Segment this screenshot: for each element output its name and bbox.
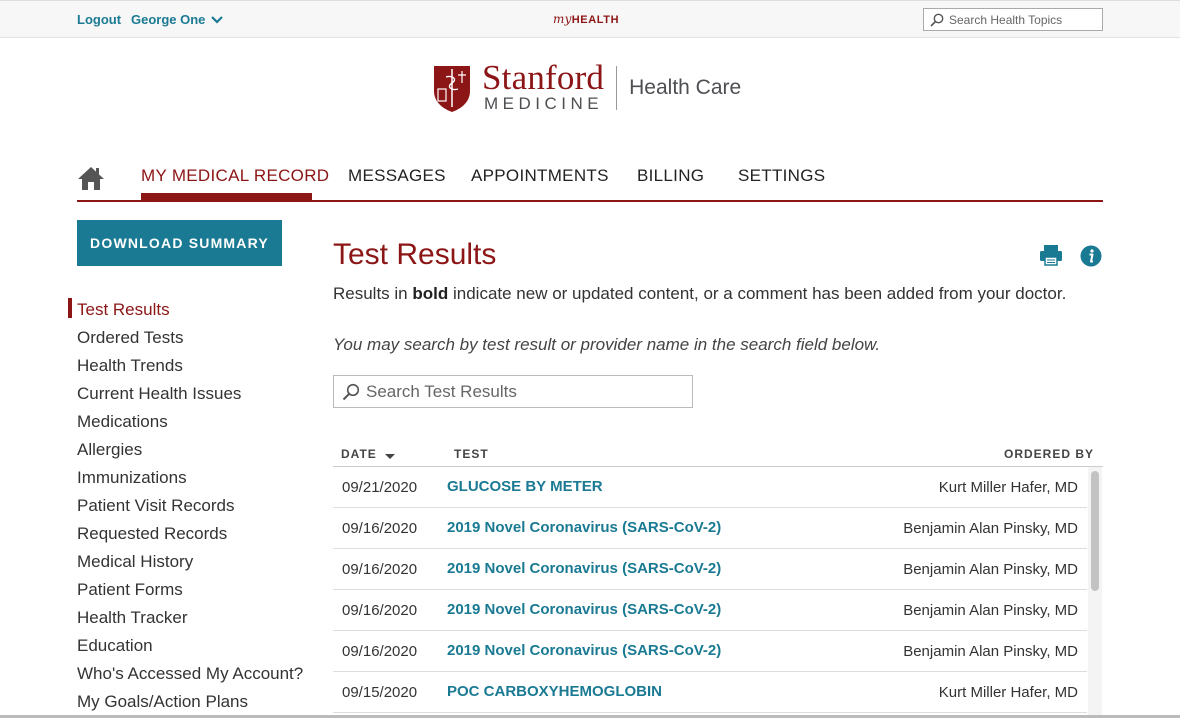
home-icon[interactable] (77, 164, 105, 192)
user-name: George One (131, 12, 206, 27)
row-date: 09/16/2020 (342, 602, 418, 619)
column-header-date[interactable]: DATE (341, 447, 377, 461)
table-row: 09/16/2020 2019 Novel Coronavirus (SARS-… (333, 631, 1087, 672)
sidebar-item-requested-records[interactable]: Requested Records (77, 520, 327, 548)
results-table-body: 09/21/2020 GLUCOSE BY METER Kurt Miller … (333, 467, 1087, 713)
sort-descending-icon[interactable] (385, 454, 395, 459)
nav-billing[interactable]: BILLING (637, 166, 704, 186)
table-row: 09/21/2020 GLUCOSE BY METER Kurt Miller … (333, 467, 1087, 508)
row-test-link[interactable]: 2019 Novel Coronavirus (SARS-CoV-2) (447, 560, 721, 577)
sidebar-item-medications[interactable]: Medications (77, 408, 327, 436)
sidebar-item-education[interactable]: Education (77, 632, 327, 660)
intro-bold-word: bold (412, 284, 449, 303)
test-results-search-input[interactable] (366, 381, 686, 402)
row-test-link[interactable]: POC CARBOXYHEMOGLOBIN (447, 683, 662, 700)
stanford-health-care-logo[interactable]: Stanford MEDICINE Health Care (432, 58, 742, 114)
search-hint: You may search by test result or provide… (333, 335, 881, 354)
intro-text-end: indicate new or updated content, or a co… (448, 284, 1067, 303)
logo-divider (616, 66, 618, 110)
row-ordered-by: Benjamin Alan Pinsky, MD (903, 643, 1078, 660)
logo-health-care: Health Care (629, 76, 742, 99)
column-header-test: TEST (454, 447, 489, 461)
sidebar-item-patient-visit-records[interactable]: Patient Visit Records (77, 492, 327, 520)
table-row: 09/16/2020 2019 Novel Coronavirus (SARS-… (333, 508, 1087, 549)
row-date: 09/16/2020 (342, 643, 418, 660)
test-results-search[interactable] (333, 375, 693, 408)
page-title: Test Results (333, 238, 497, 271)
intro-text-start: Results in (333, 284, 413, 303)
sidebar-item-whos-accessed[interactable]: Who's Accessed My Account? (77, 660, 327, 688)
health-topics-search-placeholder: Search Health Topics (949, 12, 1063, 27)
row-test-link[interactable]: GLUCOSE BY METER (447, 478, 603, 495)
sidebar-item-current-health-issues[interactable]: Current Health Issues (77, 380, 327, 408)
results-table-header: DATE TEST ORDERED BY (333, 442, 1103, 467)
sidebar-item-allergies[interactable]: Allergies (77, 436, 327, 464)
row-ordered-by: Benjamin Alan Pinsky, MD (903, 561, 1078, 578)
brand-suffix: HEALTH (571, 14, 620, 26)
nav-messages[interactable]: MESSAGES (348, 166, 446, 186)
logo-stanford: Stanford (482, 58, 605, 97)
results-intro: Results in bold indicate new or updated … (333, 284, 1066, 304)
sidebar-item-patient-forms[interactable]: Patient Forms (77, 576, 327, 604)
sidebar-item-medical-history[interactable]: Medical History (77, 548, 327, 576)
search-icon (930, 13, 944, 27)
health-topics-search[interactable]: Search Health Topics (923, 8, 1103, 31)
logo-medicine: MEDICINE (484, 94, 604, 113)
sidebar-item-label: Test Results (77, 300, 170, 319)
main-nav: MY MEDICAL RECORD MESSAGES APPOINTMENTS … (77, 160, 1103, 202)
sidebar-item-health-trends[interactable]: Health Trends (77, 352, 327, 380)
results-scrollbar[interactable] (1088, 467, 1102, 718)
sidebar-item-health-tracker[interactable]: Health Tracker (77, 604, 327, 632)
row-ordered-by: Benjamin Alan Pinsky, MD (903, 520, 1078, 537)
info-icon[interactable] (1080, 245, 1102, 267)
row-date: 09/16/2020 (342, 520, 418, 537)
row-test-link[interactable]: 2019 Novel Coronavirus (SARS-CoV-2) (447, 519, 721, 536)
nav-appointments[interactable]: APPOINTMENTS (471, 166, 609, 186)
chevron-down-icon (211, 15, 224, 24)
search-icon (342, 383, 360, 400)
row-test-link[interactable]: 2019 Novel Coronavirus (SARS-CoV-2) (447, 642, 721, 659)
user-menu[interactable]: George One (131, 12, 224, 27)
sidebar-item-goals-action-plans[interactable]: My Goals/Action Plans (77, 688, 327, 716)
sidebar-item-ordered-tests[interactable]: Ordered Tests (77, 324, 327, 352)
row-date: 09/21/2020 (342, 479, 418, 496)
row-ordered-by: Benjamin Alan Pinsky, MD (903, 602, 1078, 619)
sidebar-menu: Test Results Ordered Tests Health Trends… (68, 296, 327, 716)
row-test-link[interactable]: 2019 Novel Coronavirus (SARS-CoV-2) (447, 601, 721, 618)
nav-my-medical-record[interactable]: MY MEDICAL RECORD (141, 166, 329, 186)
download-summary-button[interactable]: DOWNLOAD SUMMARY (77, 220, 282, 266)
active-indicator (68, 298, 72, 318)
column-header-ordered-by: ORDERED BY (1003, 447, 1094, 461)
row-date: 09/15/2020 (342, 684, 418, 701)
sidebar-item-immunizations[interactable]: Immunizations (77, 464, 327, 492)
table-row: 09/15/2020 POC CARBOXYHEMOGLOBIN Kurt Mi… (333, 672, 1087, 713)
scrollbar-thumb[interactable] (1091, 471, 1099, 591)
sidebar-item-test-results[interactable]: Test Results (68, 296, 327, 324)
print-icon[interactable] (1039, 244, 1063, 266)
nav-active-indicator (141, 193, 312, 200)
row-ordered-by: Kurt Miller Hafer, MD (938, 684, 1078, 701)
myhealth-brand: myHEALTH (553, 11, 619, 26)
top-utility-bar: Logout George One myHEALTH Search Health… (0, 0, 1180, 38)
logout-link[interactable]: Logout (77, 12, 121, 27)
row-date: 09/16/2020 (342, 561, 418, 578)
nav-settings[interactable]: SETTINGS (738, 166, 825, 186)
brand-prefix: my (553, 12, 572, 26)
row-ordered-by: Kurt Miller Hafer, MD (938, 479, 1078, 496)
table-row: 09/16/2020 2019 Novel Coronavirus (SARS-… (333, 590, 1087, 631)
table-row: 09/16/2020 2019 Novel Coronavirus (SARS-… (333, 549, 1087, 590)
stanford-shield-icon (434, 66, 470, 112)
